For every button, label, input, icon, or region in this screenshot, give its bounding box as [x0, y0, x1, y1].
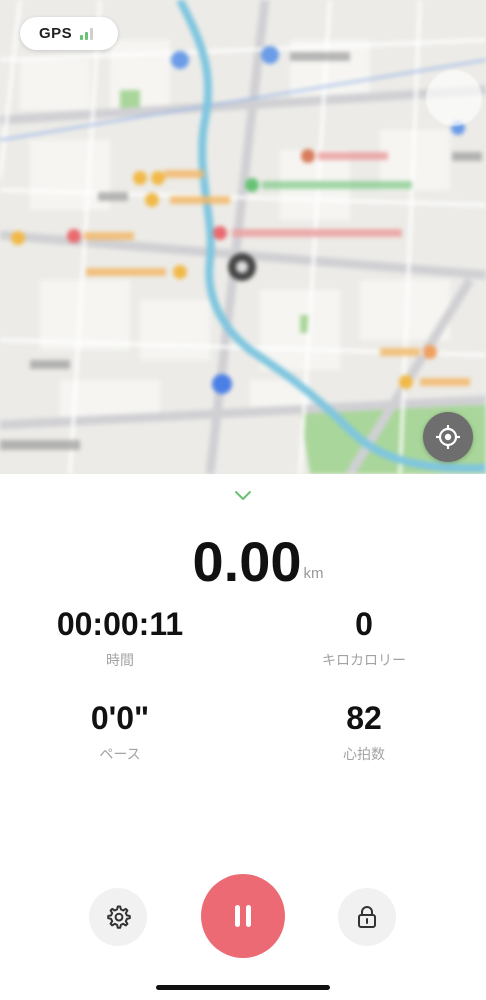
- gps-label: GPS: [39, 25, 73, 42]
- map-view[interactable]: GPS: [0, 0, 486, 474]
- gps-status-pill: GPS: [20, 17, 118, 50]
- lock-icon: [358, 906, 376, 928]
- signal-bar: [80, 34, 84, 40]
- time-label: 時間: [106, 653, 134, 669]
- calories-value: 0: [355, 606, 373, 642]
- recenter-location-button[interactable]: [423, 412, 473, 462]
- lock-screen-button[interactable]: [338, 888, 396, 946]
- settings-button[interactable]: [89, 888, 147, 946]
- calories-label: キロカロリー: [322, 653, 406, 669]
- heart-rate-stat: 82 心拍数: [264, 700, 464, 764]
- heart-rate-label: 心拍数: [343, 747, 385, 763]
- pace-value: 0'0": [90, 700, 150, 736]
- calories-stat: 0 キロカロリー: [264, 606, 464, 670]
- compass-icon[interactable]: [426, 70, 482, 126]
- pace-label: ペース: [99, 747, 141, 763]
- distance-display: 0.00 km: [0, 524, 486, 594]
- distance-value: 0.00: [192, 530, 302, 593]
- pause-icon: [235, 905, 251, 927]
- gear-icon: [107, 905, 131, 929]
- crosshair-icon: [436, 425, 460, 449]
- pace-stat: 0'0" ペース: [20, 700, 220, 764]
- signal-bar: [90, 27, 94, 40]
- home-indicator[interactable]: [156, 985, 330, 990]
- heart-rate-value: 82: [346, 700, 382, 736]
- chevron-down-icon: [235, 490, 251, 500]
- time-stat: 00:00:11 時間: [20, 606, 220, 670]
- collapse-panel-button[interactable]: [233, 488, 253, 502]
- signal-bar: [85, 31, 89, 40]
- map-tiles: [0, 0, 486, 474]
- distance-unit: km: [303, 565, 324, 582]
- gps-signal-icon: [80, 27, 94, 40]
- pause-button[interactable]: [201, 874, 285, 958]
- time-value: 00:00:11: [56, 606, 184, 642]
